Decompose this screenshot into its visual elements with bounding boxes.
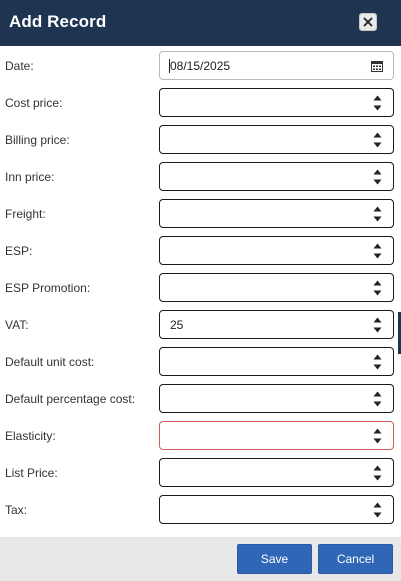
vat-input[interactable]: 25 xyxy=(159,310,394,339)
spinner-arrows-icon[interactable] xyxy=(373,280,382,296)
save-button[interactable]: Save xyxy=(237,544,312,574)
cancel-button[interactable]: Cancel xyxy=(318,544,393,574)
record-form: Date: 08/15/2025 Cost price: Billing pri… xyxy=(0,46,401,537)
close-button[interactable] xyxy=(359,13,377,31)
tax-input[interactable] xyxy=(159,495,394,524)
freight-input[interactable] xyxy=(159,199,394,228)
elasticity-label: Elasticity: xyxy=(5,428,56,443)
date-label: Date: xyxy=(5,58,34,73)
form-row-date: Date: 08/15/2025 xyxy=(0,47,401,84)
form-row-default-unit-cost: Default unit cost: xyxy=(0,343,401,380)
calendar-icon[interactable] xyxy=(371,60,383,72)
elasticity-input[interactable] xyxy=(159,421,394,450)
date-value: 08/15/2025 xyxy=(170,58,231,73)
billing-price-input[interactable] xyxy=(159,125,394,154)
form-row-vat: VAT: 25 xyxy=(0,306,401,343)
spinner-arrows-icon[interactable] xyxy=(373,428,382,444)
esp-label: ESP: xyxy=(5,243,33,258)
spinner-arrows-icon[interactable] xyxy=(373,132,382,148)
spinner-arrows-icon[interactable] xyxy=(373,465,382,481)
spinner-arrows-icon[interactable] xyxy=(373,354,382,370)
spinner-arrows-icon[interactable] xyxy=(373,95,382,111)
spinner-arrows-icon[interactable] xyxy=(373,206,382,222)
form-row-default-percentage-cost: Default percentage cost: xyxy=(0,380,401,417)
form-row-tax: Tax: xyxy=(0,491,401,528)
cost-price-label: Cost price: xyxy=(5,95,63,110)
tax-label: Tax: xyxy=(5,502,28,517)
list-price-input[interactable] xyxy=(159,458,394,487)
billing-price-label: Billing price: xyxy=(5,132,70,147)
close-icon xyxy=(363,17,373,27)
form-row-inn-price: Inn price: xyxy=(0,158,401,195)
dialog-title: Add Record xyxy=(9,12,107,31)
spinner-arrows-icon[interactable] xyxy=(373,317,382,333)
esp-input[interactable] xyxy=(159,236,394,265)
form-row-elasticity: Elasticity: xyxy=(0,417,401,454)
form-row-esp-promotion: ESP Promotion: xyxy=(0,269,401,306)
inn-price-input[interactable] xyxy=(159,162,394,191)
cost-price-input[interactable] xyxy=(159,88,394,117)
default-percentage-cost-label: Default percentage cost: xyxy=(5,391,136,406)
default-percentage-cost-input[interactable] xyxy=(159,384,394,413)
dialog-titlebar: Add Record xyxy=(0,0,401,46)
form-row-freight: Freight: xyxy=(0,195,401,232)
spinner-arrows-icon[interactable] xyxy=(373,243,382,259)
list-price-label: List Price: xyxy=(5,465,58,480)
spinner-arrows-icon[interactable] xyxy=(373,169,382,185)
form-row-cost-price: Cost price: xyxy=(0,84,401,121)
form-row-list-price: List Price: xyxy=(0,454,401,491)
form-row-billing-price: Billing price: xyxy=(0,121,401,158)
vat-value: 25 xyxy=(170,317,184,332)
default-unit-cost-label: Default unit cost: xyxy=(5,354,95,369)
inn-price-label: Inn price: xyxy=(5,169,55,184)
esp-promotion-input[interactable] xyxy=(159,273,394,302)
freight-label: Freight: xyxy=(5,206,46,221)
date-field[interactable]: 08/15/2025 xyxy=(159,51,394,80)
spinner-arrows-icon[interactable] xyxy=(373,502,382,518)
form-row-esp: ESP: xyxy=(0,232,401,269)
vat-label: VAT: xyxy=(5,317,29,332)
spinner-arrows-icon[interactable] xyxy=(373,391,382,407)
esp-promotion-label: ESP Promotion: xyxy=(5,280,91,295)
dialog-footer: Save Cancel xyxy=(0,537,401,581)
default-unit-cost-input[interactable] xyxy=(159,347,394,376)
add-record-dialog: Add Record Date: 08/15/2025 Cost price: … xyxy=(0,0,401,581)
